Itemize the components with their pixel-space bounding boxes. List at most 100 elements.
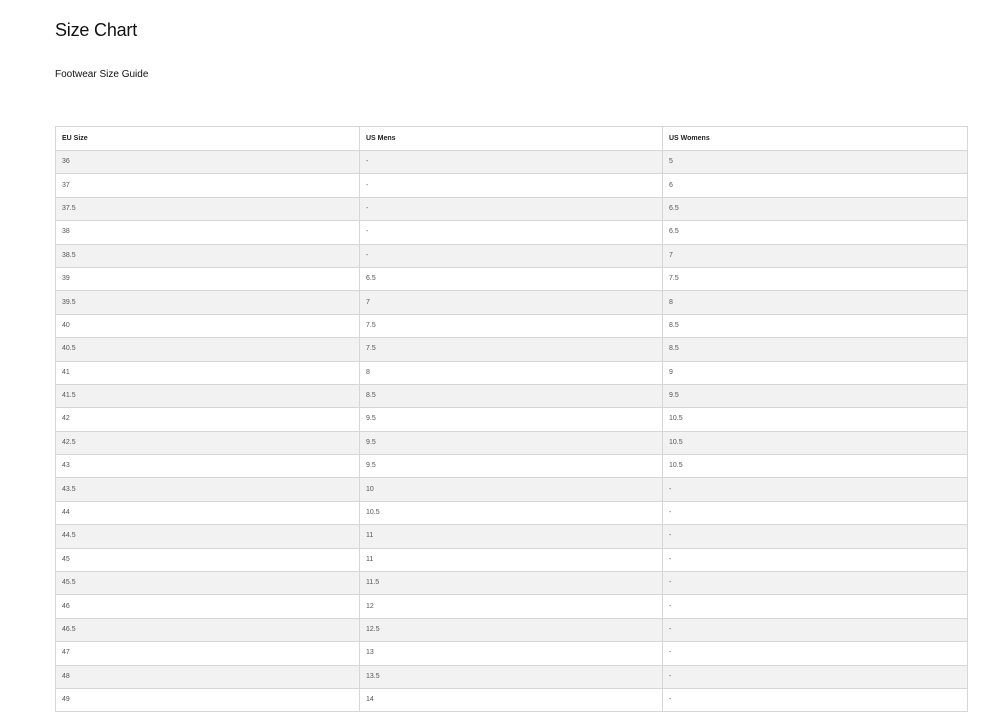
eu-size-cell: 46.5 [55, 617, 360, 643]
us-womens-cell: 5 [662, 149, 968, 175]
eu-size-cell: 42 [55, 407, 360, 432]
us-mens-cell: - [359, 149, 663, 175]
eu-size-cell: 43 [55, 454, 360, 479]
page-title: Size Chart [55, 20, 138, 40]
eu-size-cell: 43.5 [55, 477, 360, 502]
us-womens-cell: - [662, 571, 968, 596]
eu-size-cell: 48 [55, 664, 360, 689]
us-womens-cell: 10.5 [662, 407, 968, 432]
us-womens-cell: - [662, 524, 968, 549]
us-mens-cell: 7 [359, 290, 663, 315]
table-header: EU Size US Mens US Womens [55, 126, 968, 151]
table-row: 37-6 [55, 173, 968, 198]
table-row: 42 9.5 10.5 [55, 407, 968, 432]
table-row: 42.5 9.5 10.5 [55, 430, 968, 456]
us-mens-cell: 10 [359, 477, 663, 502]
size-chart-table: EU Size US Mens US Womens 36-5 37-6 37.5-6… [55, 126, 968, 712]
eu-size-cell: 44.5 [55, 524, 360, 549]
eu-size-cell: 49 [55, 687, 360, 712]
us-mens-cell: - [359, 196, 663, 222]
table-row: 43.5 10- [55, 477, 968, 502]
us-womens-cell: 7.5 [662, 266, 968, 292]
eu-size-cell: 46 [55, 594, 360, 619]
us-mens-cell: 11 [359, 547, 663, 573]
eu-size-cell: 37.5 [55, 196, 360, 222]
table-body: 36-5 37-6 37.5-6.5 38-6.5 38.5-7 39 6.5 7.5 39.5… [55, 149, 968, 712]
eu-size-cell: 37 [55, 173, 360, 198]
table-row: 38-6.5 [55, 220, 968, 245]
table-row: 40 7.5 8.5 [55, 313, 968, 339]
table-row: 48 13.5- [55, 664, 968, 689]
eu-size-cell: 42.5 [55, 430, 360, 456]
column-header-us-mens: US Mens [359, 126, 663, 151]
eu-size-cell: 41.5 [55, 383, 360, 409]
us-womens-cell: - [662, 664, 968, 689]
us-mens-cell: - [359, 243, 663, 268]
column-header-eu-size: EU Size [55, 126, 360, 151]
table-row: 45 11- [55, 547, 968, 573]
us-mens-cell: 9.5 [359, 407, 663, 432]
eu-size-cell: 44 [55, 500, 360, 526]
us-womens-cell: - [662, 500, 968, 526]
us-womens-cell: 10.5 [662, 454, 968, 479]
table-row: 47 13- [55, 641, 968, 666]
us-mens-cell: - [359, 173, 663, 198]
us-mens-cell: 9.5 [359, 430, 663, 456]
us-womens-cell: 6 [662, 173, 968, 198]
eu-size-cell: 41 [55, 360, 360, 385]
us-womens-cell: 10.5 [662, 430, 968, 456]
us-womens-cell: 6.5 [662, 196, 968, 222]
eu-size-cell: 40.5 [55, 337, 360, 362]
us-mens-cell: 11.5 [359, 571, 663, 596]
us-womens-cell: - [662, 641, 968, 666]
us-mens-cell: 12 [359, 594, 663, 619]
us-womens-cell: - [662, 477, 968, 502]
us-womens-cell: 9 [662, 360, 968, 385]
table-row: 41.5 8.5 9.5 [55, 383, 968, 409]
us-womens-cell: 8 [662, 290, 968, 315]
us-mens-cell: 14 [359, 687, 663, 712]
table-header-row: EU Size US Mens US Womens [55, 126, 968, 151]
us-mens-cell: 8.5 [359, 383, 663, 409]
us-mens-cell: 7.5 [359, 313, 663, 339]
us-womens-cell: 8.5 [662, 313, 968, 339]
table-row: 37.5-6.5 [55, 196, 968, 222]
us-womens-cell: 8.5 [662, 337, 968, 362]
us-mens-cell: 8 [359, 360, 663, 385]
table-row: 38.5-7 [55, 243, 968, 268]
us-womens-cell: 9.5 [662, 383, 968, 409]
us-mens-cell: 7.5 [359, 337, 663, 362]
us-mens-cell: 10.5 [359, 500, 663, 526]
eu-size-cell: 38.5 [55, 243, 360, 268]
us-mens-cell: 11 [359, 524, 663, 549]
us-womens-cell: - [662, 547, 968, 573]
table-row: 46.5 12.5- [55, 617, 968, 643]
table-row: 39.5 7 8 [55, 290, 968, 315]
us-mens-cell: 13 [359, 641, 663, 666]
table-row: 44 10.5- [55, 500, 968, 526]
size-chart-table-container: EU Size US Mens US Womens 36-5 37-6 37.5-6… [55, 126, 968, 712]
eu-size-cell: 36 [55, 149, 360, 175]
us-womens-cell: - [662, 617, 968, 643]
us-womens-cell: - [662, 687, 968, 712]
table-row: 39 6.5 7.5 [55, 266, 968, 292]
eu-size-cell: 39 [55, 266, 360, 292]
table-row: 49 14- [55, 687, 968, 712]
eu-size-cell: 40 [55, 313, 360, 339]
us-mens-cell: 12.5 [359, 617, 663, 643]
table-row: 41 8 9 [55, 360, 968, 385]
us-womens-cell: 7 [662, 243, 968, 268]
us-mens-cell: 6.5 [359, 266, 663, 292]
column-header-us-womens: US Womens [662, 126, 968, 151]
eu-size-cell: 45.5 [55, 571, 360, 596]
us-mens-cell: 9.5 [359, 454, 663, 479]
table-row: 44.5 11- [55, 524, 968, 549]
eu-size-cell: 39.5 [55, 290, 360, 315]
eu-size-cell: 38 [55, 220, 360, 245]
table-row: 40.5 7.5 8.5 [55, 337, 968, 362]
us-mens-cell: - [359, 220, 663, 245]
table-row: 45.5 11.5- [55, 571, 968, 596]
eu-size-cell: 45 [55, 547, 360, 573]
eu-size-cell: 47 [55, 641, 360, 666]
table-row: 46 12- [55, 594, 968, 619]
